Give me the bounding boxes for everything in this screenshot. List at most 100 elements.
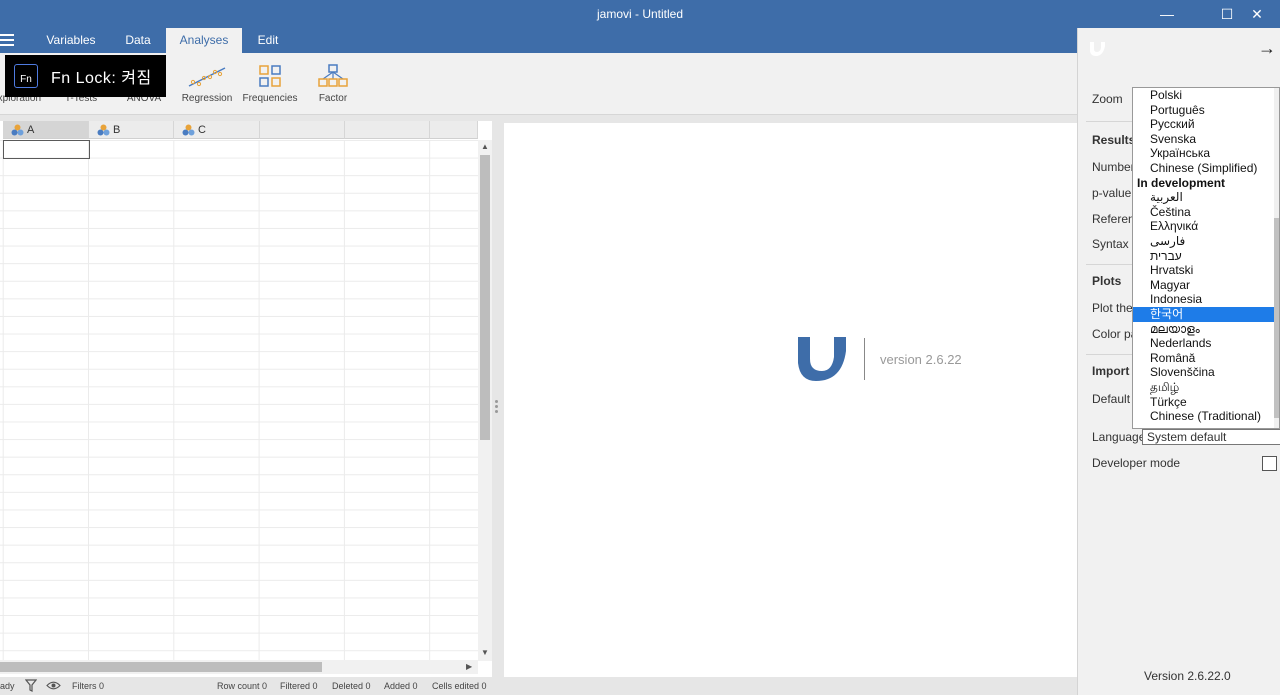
language-dropdown-list[interactable]: Polski Português Русский Svenska Українська C… bbox=[1132, 87, 1280, 429]
results-version-text: version 2.6.22 bbox=[880, 352, 962, 367]
language-option[interactable]: Türkçe bbox=[1133, 395, 1275, 410]
column-header-empty[interactable] bbox=[345, 121, 430, 139]
dropdown-scrollbar[interactable] bbox=[1274, 88, 1279, 428]
language-option[interactable]: Polski bbox=[1133, 88, 1275, 103]
language-option[interactable]: Magyar bbox=[1133, 278, 1275, 293]
tab-analyses[interactable]: Analyses bbox=[166, 28, 242, 53]
vertical-scrollbar[interactable]: ▲ ▼ bbox=[478, 140, 492, 661]
jamovi-logo-icon bbox=[1090, 42, 1105, 56]
scroll-down-icon[interactable]: ▼ bbox=[481, 648, 489, 657]
regression-label: Regression bbox=[181, 93, 233, 104]
language-option[interactable]: Русский bbox=[1133, 117, 1275, 132]
plots-section-title: Plots bbox=[1092, 274, 1122, 288]
fn-lock-text: Fn Lock: 켜짐 bbox=[51, 70, 152, 87]
cell-grid[interactable] bbox=[0, 140, 478, 660]
language-option[interactable]: فارسی bbox=[1133, 234, 1275, 249]
scroll-right-icon[interactable]: ▶ bbox=[466, 662, 472, 671]
close-button[interactable]: ✕ bbox=[1234, 0, 1280, 28]
results-pane: version 2.6.22 bbox=[504, 123, 1077, 693]
column-name-b: B bbox=[113, 124, 121, 136]
default-missing-label: Default ( bbox=[1092, 392, 1138, 406]
language-option[interactable]: Slovenščina bbox=[1133, 365, 1275, 380]
developer-mode-checkbox[interactable] bbox=[1262, 456, 1277, 471]
close-panel-arrow-icon[interactable]: → bbox=[1258, 38, 1276, 59]
filter-icon[interactable] bbox=[25, 679, 37, 692]
nominal-variable-icon bbox=[97, 124, 110, 136]
plot-theme-label: Plot ther bbox=[1092, 301, 1137, 315]
tab-variables[interactable]: Variables bbox=[40, 28, 102, 53]
deleted-count: Deleted 0 bbox=[332, 681, 371, 691]
language-option[interactable]: Čeština bbox=[1133, 205, 1275, 220]
regression-icon bbox=[188, 67, 226, 87]
language-option[interactable]: Українська bbox=[1133, 146, 1275, 161]
minimize-button[interactable]: — bbox=[1144, 0, 1190, 28]
zoom-label: Zoom bbox=[1092, 92, 1123, 106]
nominal-variable-icon bbox=[182, 124, 195, 136]
frequencies-button[interactable]: Frequencies bbox=[240, 53, 300, 115]
results-section-title: Results bbox=[1092, 133, 1136, 147]
dropdown-scroll-thumb[interactable] bbox=[1274, 218, 1279, 418]
main-tab-bar: Variables Data Analyses Edit bbox=[0, 28, 1077, 53]
language-option[interactable]: עברית bbox=[1133, 249, 1275, 264]
title-bar: jamovi - Untitled — ☐ ✕ bbox=[0, 0, 1280, 28]
language-option[interactable]: Svenska bbox=[1133, 132, 1275, 147]
column-header-c[interactable]: C bbox=[174, 121, 260, 139]
color-palette-label: Color pa bbox=[1092, 327, 1138, 341]
menu-icon[interactable] bbox=[0, 34, 14, 46]
language-option[interactable]: தமிழ் bbox=[1133, 380, 1275, 395]
dropdown-group-header: In development bbox=[1137, 175, 1226, 190]
nominal-variable-icon bbox=[11, 124, 24, 136]
window-title: jamovi - Untitled bbox=[596, 7, 684, 21]
language-option[interactable]: Română bbox=[1133, 351, 1275, 366]
language-select[interactable]: System default bbox=[1142, 429, 1280, 445]
filtered-count: Filtered 0 bbox=[280, 681, 318, 691]
scroll-up-icon[interactable]: ▲ bbox=[481, 142, 489, 151]
logo-divider bbox=[864, 338, 865, 380]
language-option[interactable]: 한국어 bbox=[1133, 307, 1275, 322]
language-option[interactable]: Indonesia bbox=[1133, 292, 1275, 307]
language-option[interactable]: Chinese (Simplified) bbox=[1133, 161, 1275, 176]
frequencies-icon bbox=[259, 65, 281, 87]
eye-icon[interactable] bbox=[46, 680, 61, 691]
factor-icon bbox=[318, 64, 348, 87]
language-option[interactable]: Ελληνικά bbox=[1133, 219, 1275, 234]
language-option[interactable]: Nederlands bbox=[1133, 336, 1275, 351]
row-count: Row count 0 bbox=[217, 681, 268, 691]
cells-edited-count: Cells edited 0 bbox=[432, 681, 487, 691]
regression-button[interactable]: Regression bbox=[178, 53, 236, 115]
fn-lock-notification: Fn Fn Lock: 켜짐 bbox=[5, 55, 166, 97]
selected-cell[interactable] bbox=[3, 140, 90, 159]
column-header-a[interactable]: A bbox=[3, 121, 89, 139]
developer-mode-label: Developer mode bbox=[1092, 456, 1181, 470]
horizontal-scroll-thumb[interactable] bbox=[0, 662, 322, 672]
tab-data[interactable]: Data bbox=[112, 28, 164, 53]
column-header-b[interactable]: B bbox=[89, 121, 174, 139]
tab-edit[interactable]: Edit bbox=[248, 28, 288, 53]
added-count: Added 0 bbox=[384, 681, 418, 691]
syntax-mode-label: Syntax r bbox=[1092, 237, 1137, 251]
references-label: Referen bbox=[1092, 212, 1135, 226]
language-option[interactable]: മലയാളം bbox=[1133, 322, 1275, 337]
language-option[interactable]: Hrvatski bbox=[1133, 263, 1275, 278]
language-label: Language bbox=[1092, 430, 1146, 444]
pane-splitter-handle[interactable] bbox=[495, 400, 498, 418]
filters-count: Filters 0 bbox=[72, 681, 105, 691]
factor-button[interactable]: Factor bbox=[310, 53, 356, 115]
data-spreadsheet[interactable]: A B C ▲ ▼ ▶ bbox=[0, 121, 492, 677]
column-header-empty[interactable] bbox=[260, 121, 345, 139]
import-section-title: Import bbox=[1092, 364, 1130, 378]
ready-status: ady bbox=[0, 681, 15, 691]
pvalue-format-label: p-value bbox=[1092, 186, 1132, 200]
app-version: Version 2.6.22.0 bbox=[1144, 669, 1231, 683]
horizontal-scrollbar[interactable]: ▶ bbox=[0, 660, 478, 674]
column-header-empty[interactable] bbox=[430, 121, 478, 139]
status-bar: ady Filters 0 Row count 0 Filtered 0 Del… bbox=[0, 677, 1077, 695]
factor-label: Factor bbox=[318, 93, 348, 104]
column-name-a: A bbox=[27, 124, 35, 136]
language-option[interactable]: العربية bbox=[1133, 190, 1275, 205]
vertical-scroll-thumb[interactable] bbox=[480, 155, 490, 440]
language-option[interactable]: Chinese (Traditional) bbox=[1133, 409, 1275, 424]
number-format-label: Number bbox=[1092, 160, 1135, 174]
language-option[interactable]: Português bbox=[1133, 103, 1275, 118]
fn-key-icon: Fn bbox=[14, 64, 38, 88]
